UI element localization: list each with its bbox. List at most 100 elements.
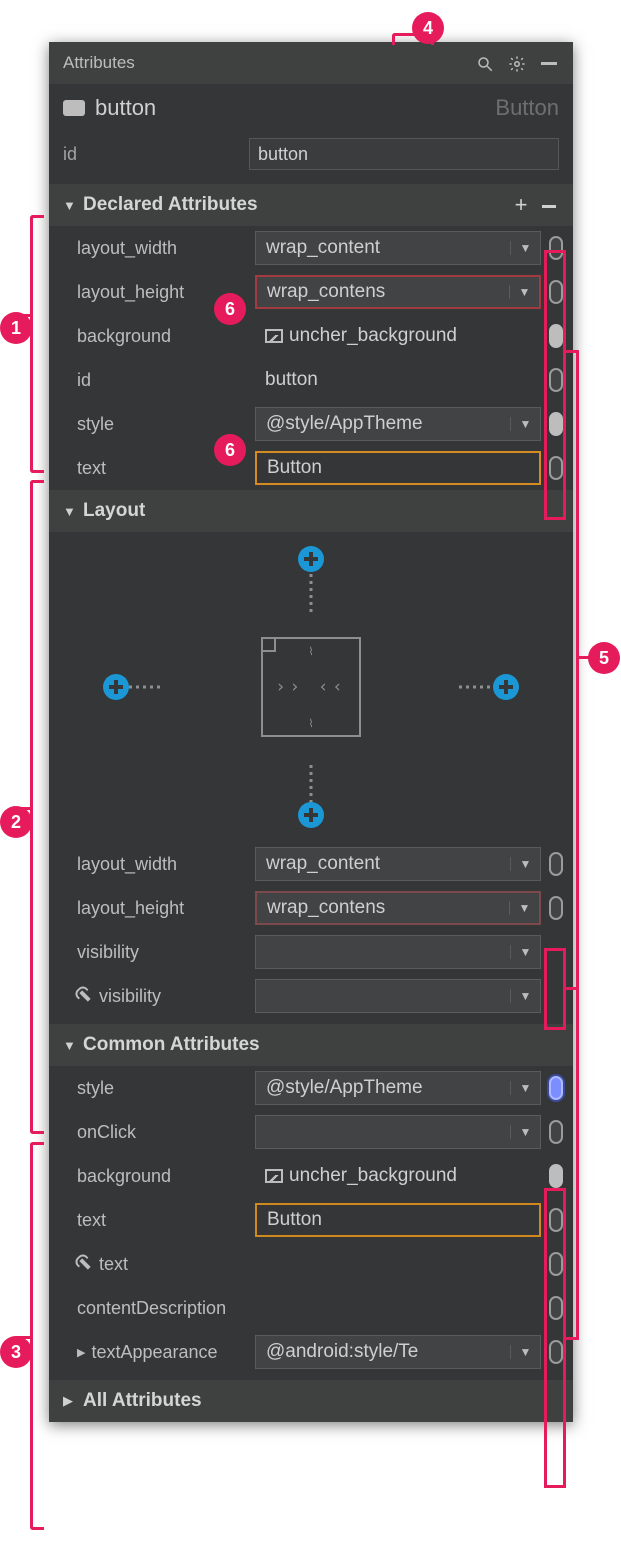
resource-indicator[interactable]: [549, 1076, 563, 1100]
section-declared[interactable]: Declared Attributes +: [49, 184, 573, 226]
gear-icon[interactable]: [501, 53, 533, 74]
add-attribute-button[interactable]: +: [507, 192, 535, 218]
attr-label-text: layout_height: [77, 898, 184, 919]
attr-row-text: text: [49, 1242, 573, 1286]
attr-field[interactable]: Button: [255, 1203, 541, 1237]
bracket-5-arm2: [565, 987, 577, 990]
add-constraint-left[interactable]: [103, 674, 129, 700]
attr-value: Button: [257, 457, 539, 479]
add-constraint-top[interactable]: [298, 546, 324, 572]
minimize-icon[interactable]: [533, 53, 565, 74]
attr-label: layout_width: [77, 238, 255, 259]
search-icon[interactable]: [469, 53, 501, 74]
dropdown-arrow-icon[interactable]: ▼: [510, 1125, 540, 1139]
attr-label-text: layout_height: [77, 282, 184, 303]
add-constraint-bottom[interactable]: [298, 802, 324, 828]
section-all[interactable]: All Attributes: [49, 1380, 573, 1422]
attr-field[interactable]: [255, 1291, 541, 1325]
dropdown-arrow-icon[interactable]: ▼: [510, 1081, 540, 1095]
attr-value: Button: [257, 1209, 539, 1231]
image-icon: [265, 1169, 283, 1183]
remove-attribute-button[interactable]: [535, 192, 563, 218]
attr-label: contentDescription: [77, 1298, 255, 1319]
attr-dropdown[interactable]: wrap_contens▼: [255, 891, 541, 925]
attr-field[interactable]: [255, 1247, 541, 1281]
attr-dropdown[interactable]: ▼: [255, 1115, 541, 1149]
attr-row-layout-width: layout_width wrap_content▼: [49, 842, 573, 886]
wrench-icon: [74, 985, 97, 1008]
attr-dropdown[interactable]: @style/AppTheme▼: [255, 407, 541, 441]
bracket-1: [30, 215, 44, 473]
attr-label-text: text: [99, 1254, 128, 1275]
dropdown-arrow-icon[interactable]: ▼: [510, 417, 540, 431]
id-row: id: [49, 132, 573, 184]
attributes-panel: Attributes button Button id Declared Att…: [49, 42, 573, 1422]
attr-label: id: [77, 370, 255, 391]
constraint-widget[interactable]: ⌇ ›› ‹‹ ⌇: [49, 532, 573, 842]
chevron-down-icon: [63, 1038, 77, 1053]
attr-row-text: textButton: [49, 446, 573, 490]
attr-label-text: style: [77, 414, 114, 435]
attr-field[interactable]: uncher_background: [255, 1159, 541, 1193]
attr-value: wrap_contens: [257, 281, 509, 303]
attr-label: visibility: [77, 986, 255, 1007]
section-title: Declared Attributes: [83, 194, 507, 216]
callout-5: 5: [588, 642, 620, 674]
section-layout[interactable]: Layout: [49, 490, 573, 532]
panel-header: Attributes: [49, 42, 573, 84]
attr-dropdown[interactable]: ▼: [255, 979, 541, 1013]
attr-label: background: [77, 326, 255, 347]
attr-label: background: [77, 1166, 255, 1187]
attr-label-text: style: [77, 1078, 114, 1099]
dropdown-arrow-icon[interactable]: ▼: [509, 285, 539, 299]
dropdown-arrow-icon[interactable]: ▼: [509, 901, 539, 915]
panel-title: Attributes: [63, 53, 469, 73]
resource-indicator[interactable]: [549, 1164, 563, 1188]
attr-label-text: textAppearance: [91, 1342, 217, 1363]
attr-label-text: visibility: [77, 942, 139, 963]
callout-4: 4: [412, 12, 444, 44]
constraint-box[interactable]: ⌇ ›› ‹‹ ⌇: [261, 637, 361, 737]
attr-label-text: layout_width: [77, 854, 177, 875]
attr-dropdown[interactable]: @style/AppTheme▼: [255, 1071, 541, 1105]
attr-label: onClick: [77, 1122, 255, 1143]
dropdown-arrow-icon[interactable]: ▼: [510, 1345, 540, 1359]
section-title: Common Attributes: [83, 1034, 563, 1056]
attr-dropdown[interactable]: @android:style/Te▼: [255, 1335, 541, 1369]
attr-value: @style/AppTheme: [256, 413, 510, 435]
attr-label: visibility: [77, 942, 255, 963]
attr-label: text: [77, 1210, 255, 1231]
pill-highlight-common: [544, 1188, 566, 1488]
attr-row-layout-height: layout_height wrap_contens▼: [49, 886, 573, 930]
id-input[interactable]: [249, 138, 559, 170]
attr-field[interactable]: button: [255, 363, 541, 397]
attr-field[interactable]: Button: [255, 451, 541, 485]
dropdown-arrow-icon[interactable]: ▼: [510, 857, 540, 871]
attr-value: uncher_background: [255, 1165, 541, 1187]
pill-highlight-declared: [544, 250, 566, 520]
dropdown-arrow-icon[interactable]: ▼: [510, 989, 540, 1003]
bracket-2: [30, 480, 44, 1134]
resource-indicator[interactable]: [549, 896, 563, 920]
add-constraint-right[interactable]: [493, 674, 519, 700]
resource-indicator[interactable]: [549, 1120, 563, 1144]
section-common[interactable]: Common Attributes: [49, 1024, 573, 1066]
attr-label: style: [77, 414, 255, 435]
attr-field[interactable]: uncher_background: [255, 319, 541, 353]
attr-row-visibility: visibility ▼: [49, 974, 573, 1018]
attr-label-text: background: [77, 1166, 171, 1187]
dropdown-arrow-icon[interactable]: ▼: [510, 241, 540, 255]
attr-row-layout-height: layout_height wrap_contens▼: [49, 270, 573, 314]
attr-dropdown[interactable]: wrap_content▼: [255, 231, 541, 265]
chevron-right-icon[interactable]: ▶: [77, 1346, 85, 1359]
resource-indicator[interactable]: [549, 852, 563, 876]
dropdown-arrow-icon[interactable]: ▼: [510, 945, 540, 959]
chevron-down-icon: [63, 504, 77, 519]
attr-value: @android:style/Te: [256, 1341, 510, 1363]
attr-dropdown[interactable]: wrap_contens▼: [255, 275, 541, 309]
attr-label: ▶ textAppearance: [77, 1342, 255, 1363]
attr-dropdown[interactable]: ▼: [255, 935, 541, 969]
attr-dropdown[interactable]: wrap_content▼: [255, 847, 541, 881]
attr-row-background: backgrounduncher_background: [49, 314, 573, 358]
component-name: button: [95, 95, 156, 121]
